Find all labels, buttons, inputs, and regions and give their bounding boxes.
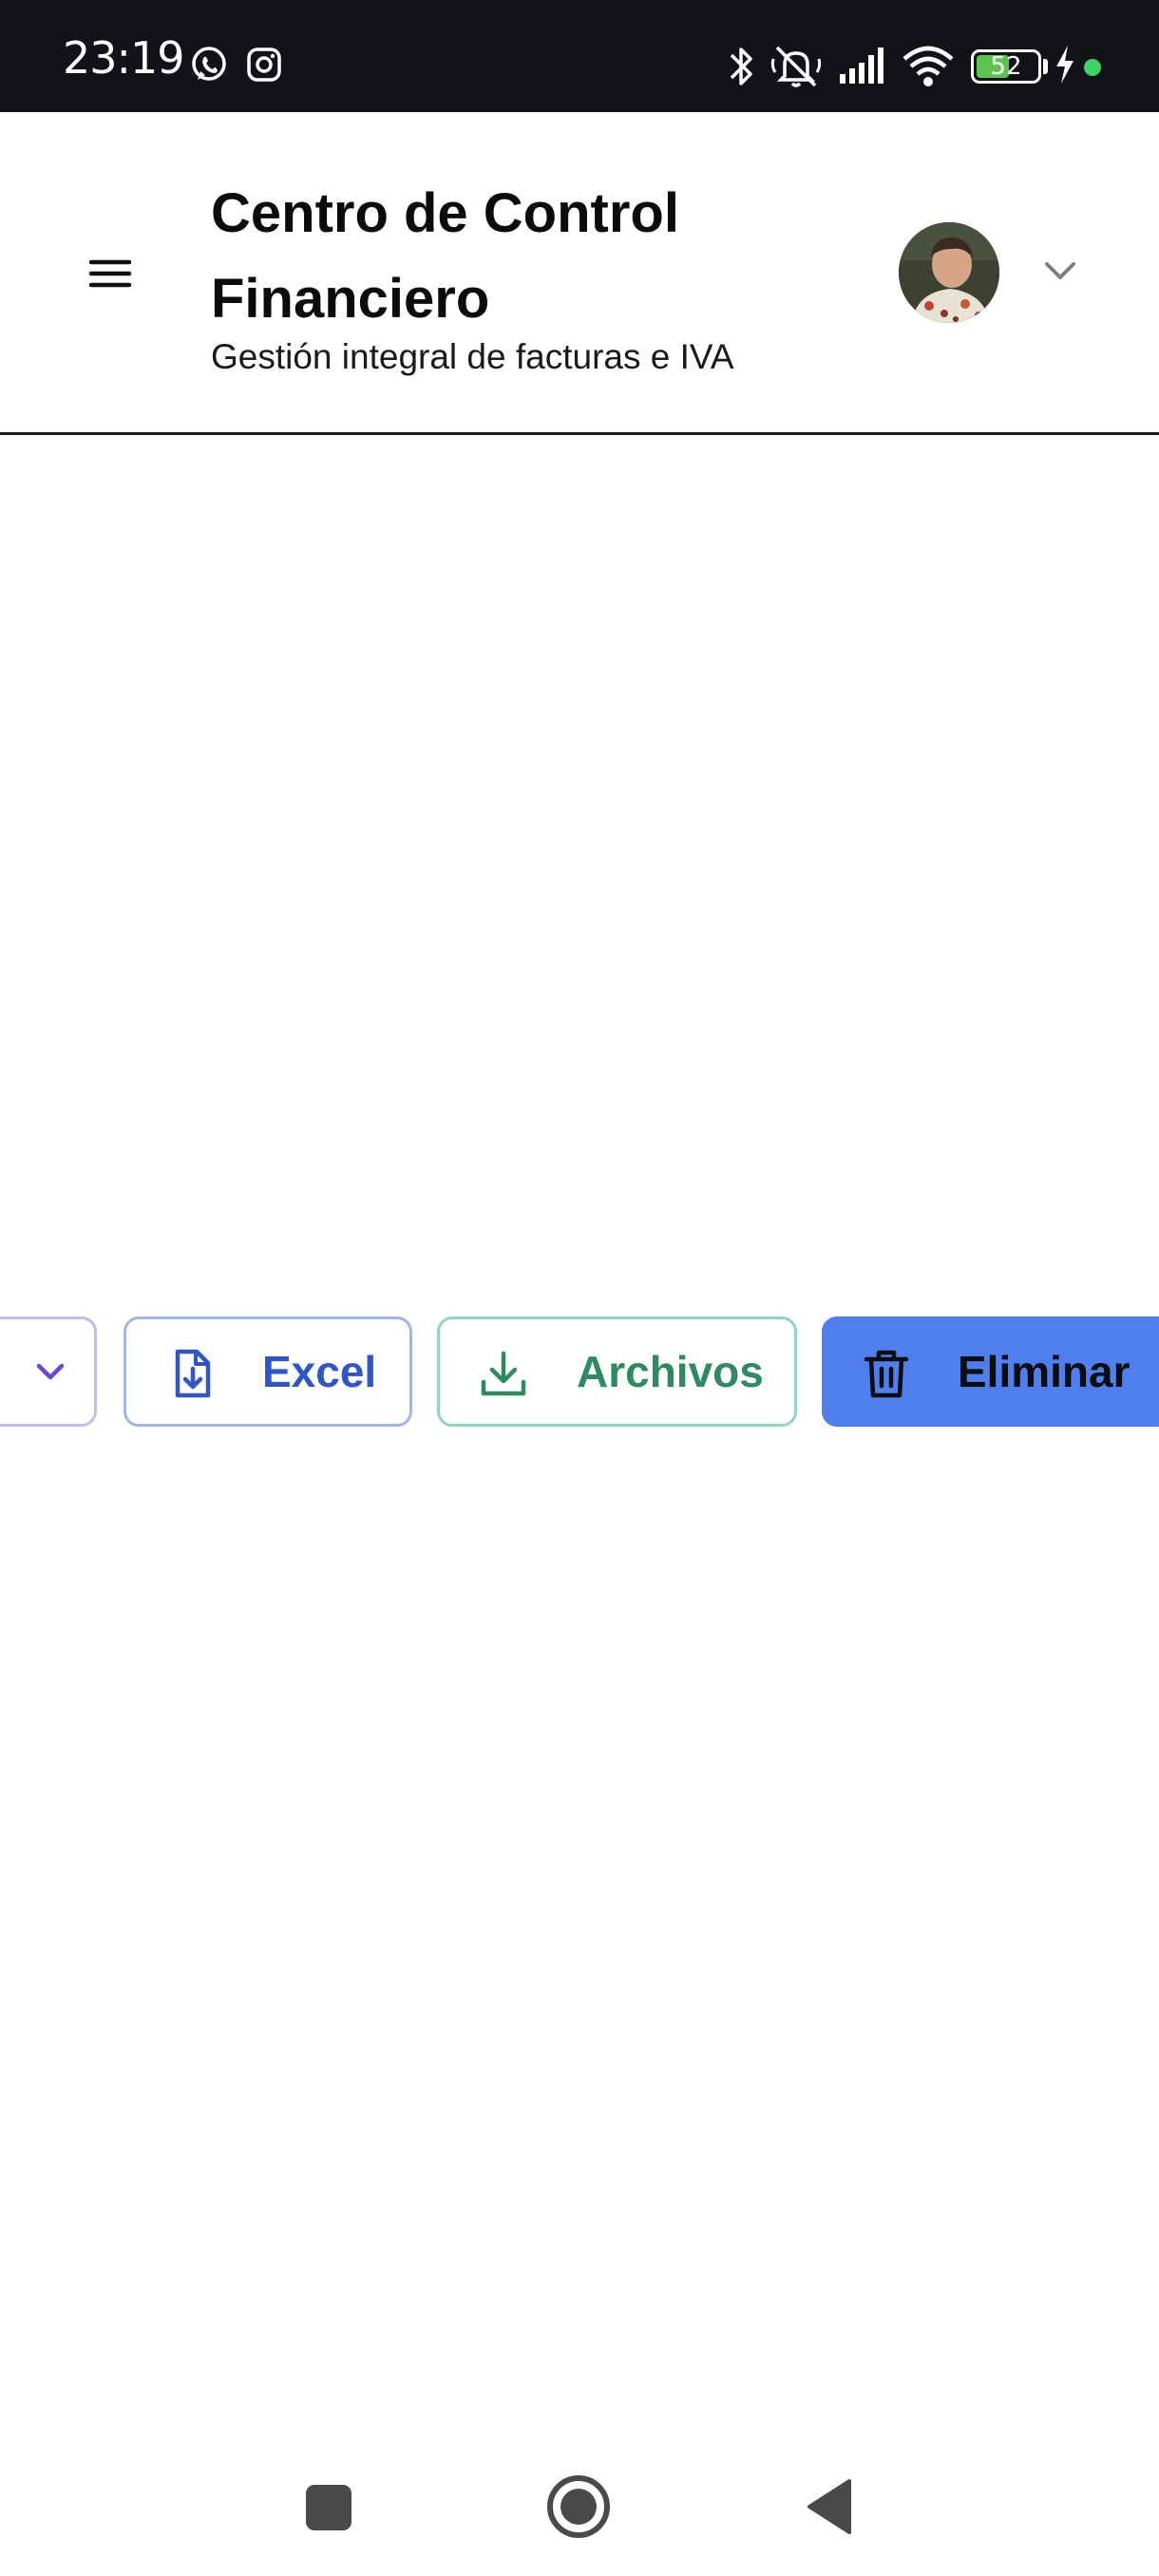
status-bar: 23:19 52 xyxy=(0,0,1159,112)
battery-level: 52 xyxy=(990,52,1022,81)
charging-icon xyxy=(1056,46,1074,84)
mute-icon xyxy=(770,46,822,87)
file-download-icon xyxy=(175,1349,211,1398)
download-files-button[interactable]: Archivos xyxy=(437,1316,797,1427)
excel-button-label: Excel xyxy=(262,1347,377,1396)
chevron-down-icon xyxy=(36,1363,65,1380)
system-navigation-bar xyxy=(0,2432,1159,2576)
download-icon xyxy=(481,1351,526,1396)
page-subtitle: Gestión integral de facturas e IVA xyxy=(211,337,734,376)
excel-export-button[interactable]: Excel xyxy=(124,1316,412,1427)
wifi-icon xyxy=(902,46,954,86)
chevron-down-icon[interactable] xyxy=(1037,253,1083,291)
signal-icon xyxy=(840,47,884,84)
back-button[interactable] xyxy=(804,2477,853,2536)
charging-indicator-dot xyxy=(1084,59,1101,76)
eliminar-button-label: Eliminar xyxy=(958,1347,1130,1396)
status-time: 23:19 xyxy=(63,32,185,84)
action-toolbar: Excel Archivos Eliminar xyxy=(0,1316,1159,1427)
archivos-button-label: Archivos xyxy=(577,1347,764,1396)
page-title: Centro de Control Financiero xyxy=(211,182,679,330)
home-button[interactable] xyxy=(545,2473,612,2540)
instagram-icon xyxy=(247,47,281,82)
avatar-image xyxy=(899,222,999,323)
app-header: Centro de Control Financiero Gestión int… xyxy=(0,112,1159,435)
battery-icon: 52 xyxy=(971,49,1041,84)
bluetooth-icon xyxy=(730,47,752,85)
whatsapp-icon xyxy=(192,47,226,81)
recents-button[interactable] xyxy=(302,2481,355,2534)
delete-button[interactable]: Eliminar xyxy=(822,1316,1159,1427)
hamburger-menu-icon[interactable] xyxy=(76,239,144,308)
trash-icon xyxy=(864,1350,909,1398)
avatar[interactable] xyxy=(899,222,999,323)
more-options-button[interactable] xyxy=(0,1316,97,1427)
